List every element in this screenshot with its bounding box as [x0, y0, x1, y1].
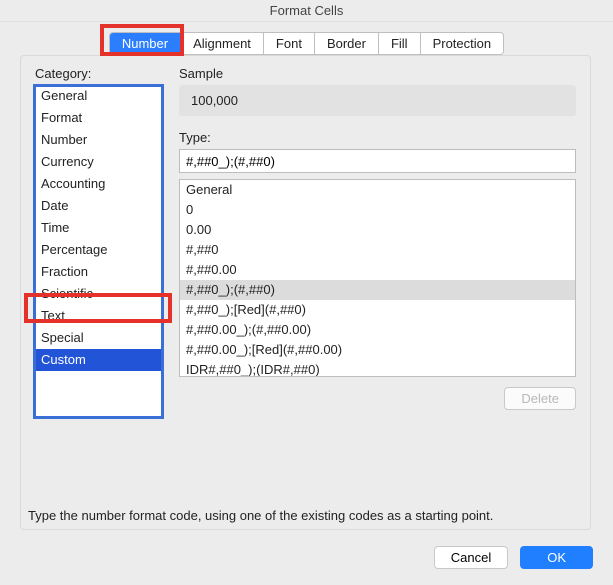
category-item[interactable]: Format — [35, 107, 163, 129]
tab-bar: Number Alignment Font Border Fill Protec… — [0, 32, 613, 55]
tab-fill[interactable]: Fill — [379, 33, 421, 54]
category-item[interactable]: General — [35, 85, 163, 107]
main-panel: Category: GeneralFormatNumberCurrencyAcc… — [20, 55, 591, 530]
type-input[interactable] — [179, 149, 576, 173]
type-list-item[interactable]: #,##0_);(#,##0) — [180, 280, 575, 300]
type-list-item[interactable]: 0.00 — [180, 220, 575, 240]
delete-button[interactable]: Delete — [504, 387, 576, 410]
tab-border[interactable]: Border — [315, 33, 379, 54]
category-item[interactable]: Percentage — [35, 239, 163, 261]
tab-font[interactable]: Font — [264, 33, 315, 54]
cancel-button[interactable]: Cancel — [434, 546, 508, 569]
type-list-item[interactable]: #,##0.00 — [180, 260, 575, 280]
ok-button[interactable]: OK — [520, 546, 593, 569]
help-text: Type the number format code, using one o… — [28, 508, 493, 523]
type-list-item[interactable]: General — [180, 180, 575, 200]
category-item[interactable]: Scientific — [35, 283, 163, 305]
type-list-item[interactable]: #,##0 — [180, 240, 575, 260]
type-label: Type: — [179, 130, 576, 145]
tab-alignment[interactable]: Alignment — [181, 33, 264, 54]
type-list-item[interactable]: #,##0.00_);[Red](#,##0.00) — [180, 340, 575, 360]
category-item[interactable]: Time — [35, 217, 163, 239]
type-list-item[interactable]: IDR#,##0_);(IDR#,##0) — [180, 360, 575, 377]
category-label: Category: — [35, 66, 165, 81]
type-list-item[interactable]: 0 — [180, 200, 575, 220]
category-list[interactable]: GeneralFormatNumberCurrencyAccountingDat… — [35, 85, 163, 417]
category-item[interactable]: Date — [35, 195, 163, 217]
sample-label: Sample — [179, 66, 576, 81]
category-item[interactable]: Accounting — [35, 173, 163, 195]
category-item[interactable]: Fraction — [35, 261, 163, 283]
window-title: Format Cells — [0, 0, 613, 22]
category-item[interactable]: Text — [35, 305, 163, 327]
category-item[interactable]: Special — [35, 327, 163, 349]
type-list-item[interactable]: #,##0.00_);(#,##0.00) — [180, 320, 575, 340]
tab-protection[interactable]: Protection — [421, 33, 504, 54]
category-item[interactable]: Number — [35, 129, 163, 151]
type-list[interactable]: General00.00#,##0#,##0.00#,##0_);(#,##0)… — [179, 179, 576, 377]
sample-value: 100,000 — [179, 85, 576, 116]
dialog-footer: Cancel OK — [434, 546, 593, 569]
category-item[interactable]: Currency — [35, 151, 163, 173]
category-item[interactable]: Custom — [35, 349, 163, 371]
tab-number[interactable]: Number — [110, 33, 181, 54]
type-list-item[interactable]: #,##0_);[Red](#,##0) — [180, 300, 575, 320]
